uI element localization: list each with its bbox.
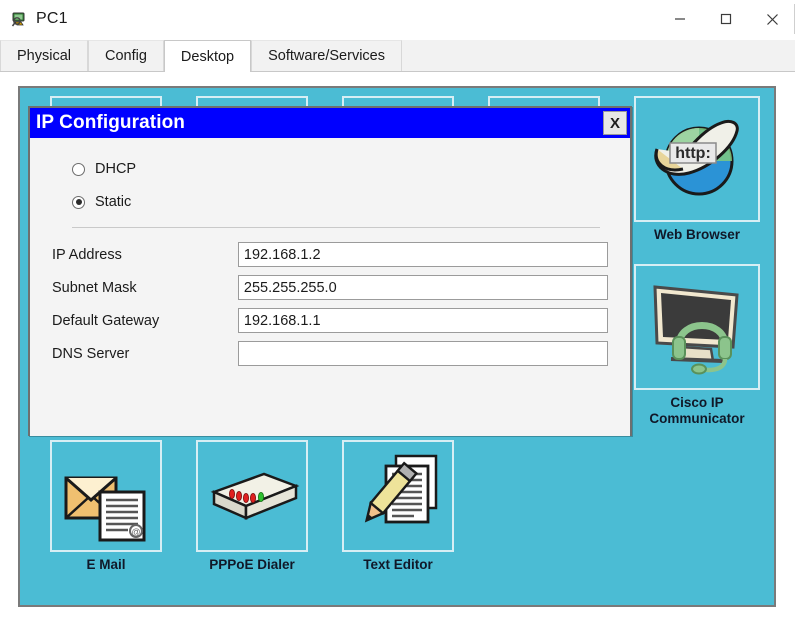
ip-address-input[interactable]	[237, 242, 608, 267]
radio-static-label: Static	[95, 194, 132, 210]
subnet-mask-input[interactable]	[237, 275, 608, 300]
tab-software-services-label: Software/Services	[268, 48, 385, 64]
field-row-ip-address: IP Address	[52, 242, 608, 267]
subnet-mask-label: Subnet Mask	[52, 279, 137, 296]
tab-config[interactable]: Config	[88, 40, 164, 71]
field-row-subnet-mask: Subnet Mask	[52, 275, 608, 300]
pencil-documents-icon	[342, 440, 454, 552]
default-gateway-input[interactable]	[237, 308, 608, 333]
tab-physical-label: Physical	[17, 48, 71, 64]
cisco-label-line1: Cisco IP	[670, 395, 724, 410]
tab-desktop-label: Desktop	[180, 48, 235, 65]
pc1-window: PC1 Physical Config Desktop Software/Ser…	[0, 0, 795, 636]
modem-icon	[196, 440, 308, 552]
field-row-default-gateway: Default Gateway	[52, 308, 608, 333]
desktop-icon-cisco-ip-communicator[interactable]: Cisco IP Communicator	[634, 264, 760, 427]
window-titlebar: PC1	[0, 0, 795, 38]
desktop-icon-pppoe-dialer[interactable]: PPPoE Dialer	[196, 440, 308, 573]
window-controls	[657, 0, 795, 38]
dialog-close-button[interactable]: X	[603, 111, 627, 135]
desktop-icon-email-label: E Mail	[86, 557, 126, 572]
tab-bar: Physical Config Desktop Software/Service…	[0, 40, 795, 72]
cisco-label-line2: Communicator	[649, 411, 745, 426]
ip-configuration-dialog: IP Configuration X DHCP Static IP Addres…	[28, 106, 632, 436]
pc-device-icon	[10, 9, 30, 29]
ip-address-label: IP Address	[52, 246, 122, 263]
tab-software-services[interactable]: Software/Services	[251, 40, 402, 71]
desktop-panel: PPPoE Dialer	[18, 86, 776, 607]
desktop-icon-text-editor[interactable]: Text Editor	[342, 440, 454, 573]
envelope-document-icon: @	[50, 440, 162, 552]
radio-static-indicator[interactable]	[72, 195, 85, 209]
window-title: PC1	[36, 10, 68, 27]
dialog-divider	[72, 227, 600, 228]
radio-dhcp-label: DHCP	[95, 161, 137, 177]
field-row-dns-server: DNS Server	[52, 341, 608, 366]
radio-option-static[interactable]: Static	[72, 189, 608, 215]
svg-text:@: @	[131, 527, 140, 537]
desktop-icon-web-browser-label: Web Browser	[653, 227, 741, 242]
desktop-icon-web-browser[interactable]: http: Web Browser	[634, 96, 760, 243]
dialog-body: DHCP Static IP Address Subnet Mask Defau…	[30, 138, 630, 436]
minimize-button[interactable]	[657, 0, 703, 38]
desktop-icon-email[interactable]: @ E Mail	[50, 440, 162, 573]
desktop-surface: PPPoE Dialer	[24, 92, 770, 601]
default-gateway-label: Default Gateway	[52, 312, 160, 329]
monitor-headset-icon	[634, 264, 760, 390]
dialog-titlebar: IP Configuration X	[30, 108, 630, 138]
radio-dhcp-indicator[interactable]	[72, 162, 85, 176]
tab-desktop[interactable]: Desktop	[163, 40, 252, 72]
dialog-title: IP Configuration	[36, 112, 186, 133]
desktop-icon-cisco-ip-communicator-label: Cisco IP Communicator	[634, 395, 760, 427]
maximize-button[interactable]	[703, 0, 749, 38]
radio-option-dhcp[interactable]: DHCP	[72, 156, 608, 182]
tab-config-label: Config	[105, 48, 147, 64]
desktop-icon-pppoe-dialer-label: PPPoE Dialer	[209, 557, 295, 572]
desktop-icon-text-editor-label: Text Editor	[363, 557, 433, 572]
tab-physical[interactable]: Physical	[0, 40, 88, 71]
dns-server-input[interactable]	[237, 341, 608, 366]
close-button[interactable]	[749, 0, 795, 38]
dns-server-label: DNS Server	[52, 345, 130, 362]
web-browser-globe-icon: http:	[634, 96, 760, 222]
svg-text:http:: http:	[675, 145, 711, 162]
